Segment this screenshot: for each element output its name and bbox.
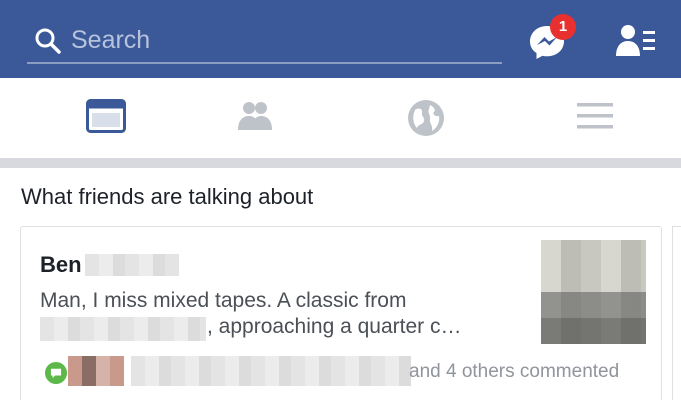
friend-requests-icon[interactable] [615, 22, 657, 60]
tab-notifications[interactable] [366, 78, 486, 158]
search-icon [35, 28, 61, 54]
post-text-line2: , approaching a quarter c… [207, 315, 462, 338]
news-feed-icon [86, 99, 126, 133]
redacted-text [40, 317, 206, 341]
section-divider [0, 158, 681, 168]
search-input[interactable] [71, 22, 491, 58]
tab-bar [0, 78, 681, 158]
menu-icon [577, 103, 613, 129]
commenters-summary[interactable]: and 4 others commented [409, 361, 619, 383]
next-card-edge [672, 226, 681, 400]
redacted-commenter-names [131, 356, 411, 386]
tab-news-feed[interactable] [46, 78, 166, 158]
redacted-author-surname [85, 254, 179, 276]
friends-icon [238, 102, 272, 130]
post-author[interactable]: Ben [40, 252, 82, 278]
post-card[interactable]: Ben Man, I miss mixed tapes. A classic f… [20, 226, 662, 400]
comment-icon [43, 360, 69, 386]
section-title: What friends are talking about [21, 184, 314, 209]
commenter-avatars[interactable] [68, 356, 124, 386]
tab-friends[interactable] [195, 78, 315, 158]
globe-icon [408, 100, 444, 136]
tab-menu[interactable] [535, 78, 655, 158]
top-bar: 1 [0, 0, 681, 78]
search-bar[interactable] [27, 20, 502, 64]
post-thumbnail[interactable] [541, 240, 646, 344]
post-text-line1: Man, I miss mixed tapes. A classic from [40, 289, 407, 312]
messenger-badge: 1 [550, 14, 576, 40]
